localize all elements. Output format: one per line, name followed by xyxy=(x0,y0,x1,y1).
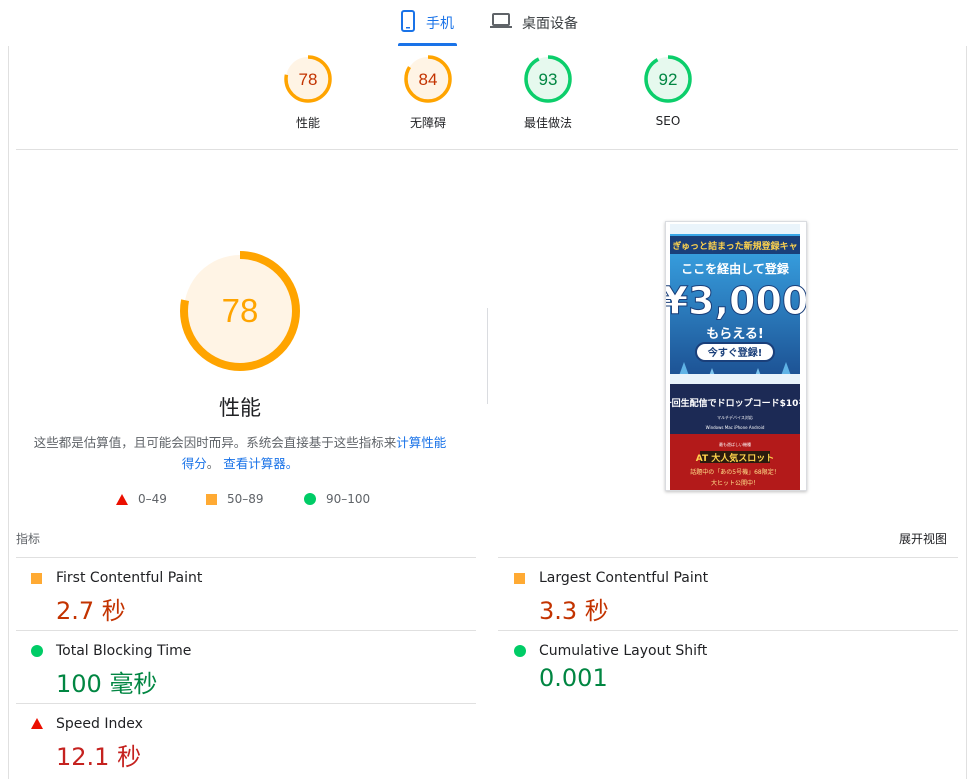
banner-line-11: 話題中の「あの5号機」68限定！ xyxy=(690,468,779,476)
banner-line-10: AT 大人気スロット xyxy=(696,452,775,464)
banner-line-7: マルチデバイス対応 xyxy=(717,414,753,420)
metric-si-name: Speed Index xyxy=(56,716,143,732)
divider xyxy=(498,557,958,558)
divider xyxy=(16,703,476,704)
gauge-score: 93 xyxy=(539,70,558,89)
tab-desktop-label: 桌面设备 xyxy=(522,16,578,32)
banner-line-8: Windows Mac iPhone Android xyxy=(706,425,765,430)
divider xyxy=(16,630,476,631)
banner-line-5: 今すぐ登録! xyxy=(707,346,763,359)
banner-line-4: もらえる! xyxy=(706,327,764,342)
gauge-label: SEO xyxy=(655,114,681,128)
orange-square-icon xyxy=(31,573,42,584)
active-tab-indicator xyxy=(398,43,457,46)
expand-view-button[interactable]: 展开视图 xyxy=(899,530,947,547)
banner-line-12: 大ヒット公開中！ xyxy=(711,479,759,487)
legend-range: 0–49 xyxy=(138,492,167,506)
metric-lcp-name: Largest Contentful Paint xyxy=(539,570,709,586)
metric-fcp-name: First Contentful Paint xyxy=(56,570,203,586)
tab-mobile[interactable]: 手机 xyxy=(400,0,454,46)
green-circle-icon xyxy=(31,645,43,657)
orange-square-icon xyxy=(206,493,217,505)
gauge-score: 92 xyxy=(659,70,678,89)
gauge-score: 78 xyxy=(299,70,318,89)
gauge-accessibility[interactable]: 84 无障碍 xyxy=(368,54,488,131)
metric-cls-name: Cumulative Layout Shift xyxy=(539,643,708,659)
gauge-label: 无障碍 xyxy=(409,116,446,130)
gauge-performance[interactable]: 78 性能 xyxy=(248,54,368,131)
gauge-label: 最佳做法 xyxy=(523,116,572,130)
red-triangle-icon xyxy=(31,718,43,729)
performance-description: 这些都是估算值，且可能会因时而异。系统会直接基于这些指标来计算性能得分。 查看计… xyxy=(30,432,450,474)
panel-border-left xyxy=(8,46,9,779)
performance-gauge: 78 xyxy=(180,251,300,371)
divider xyxy=(16,557,476,558)
red-triangle-icon xyxy=(116,493,128,505)
description-text: 这些都是估算值，且可能会因时而异。系统会直接基于这些指标来 xyxy=(33,435,397,450)
gauge-best-practices[interactable]: 93 最佳做法 xyxy=(488,54,608,131)
legend-pass: 90–100 xyxy=(304,492,370,506)
gauge-ring: 92 xyxy=(644,55,692,103)
final-screenshot-thumbnail: ぎゅっと詰まった新規登録キャ ここを経由して登録 ¥3,000 もらえる! 今す… xyxy=(665,221,807,491)
gauge-ring: 78 xyxy=(284,55,332,103)
description-separator: 。 xyxy=(206,456,220,471)
green-circle-icon xyxy=(514,645,526,657)
metric-lcp-value: 3.3 秒 xyxy=(539,597,609,625)
legend-fail: 0–49 xyxy=(116,492,167,506)
banner-line-9: 最も遊ばしい機種 xyxy=(719,441,751,447)
vertical-separator xyxy=(487,308,488,404)
tab-mobile-label: 手机 xyxy=(426,16,454,32)
metric-cls-value: 0.001 xyxy=(539,664,608,692)
metric-fcp-value: 2.7 秒 xyxy=(56,597,126,625)
legend-average: 50–89 xyxy=(206,492,264,506)
banner-line-1: ぎゅっと詰まった新規登録キャ xyxy=(672,240,797,252)
gauge-ring: 93 xyxy=(524,55,572,103)
metric-si-value: 12.1 秒 xyxy=(56,743,142,771)
green-circle-icon xyxy=(304,493,316,505)
banner-line-2: ここを経由して登録 xyxy=(681,261,790,276)
banner-line-6: 一回生配信でドロップコード$10を xyxy=(666,397,806,409)
panel-border-right xyxy=(966,46,967,779)
calculator-link[interactable]: 查看计算器。 xyxy=(223,456,298,471)
phone-icon xyxy=(400,10,416,36)
gauge-score: 84 xyxy=(419,70,438,89)
banner-line-3: ¥3,000 xyxy=(666,279,806,323)
legend-range: 90–100 xyxy=(326,492,371,506)
divider xyxy=(498,630,958,631)
gauge-label: 性能 xyxy=(295,116,320,130)
metrics-heading: 指标 xyxy=(16,532,41,546)
orange-square-icon xyxy=(514,573,525,584)
performance-score: 78 xyxy=(222,292,259,329)
tab-desktop[interactable]: 桌面设备 xyxy=(490,0,578,46)
metric-tbt-value: 100 毫秒 xyxy=(56,670,158,698)
gauge-ring: 84 xyxy=(404,55,452,103)
screenshot-image: ぎゅっと詰まった新規登録キャ ここを経由して登録 ¥3,000 もらえる! 今す… xyxy=(666,222,806,490)
legend-range: 50–89 xyxy=(227,492,264,506)
metric-tbt-name: Total Blocking Time xyxy=(56,643,192,659)
divider xyxy=(16,149,958,150)
laptop-icon xyxy=(490,12,512,34)
performance-title: 性能 xyxy=(219,396,261,420)
gauge-seo[interactable]: 92 SEO xyxy=(608,54,728,128)
